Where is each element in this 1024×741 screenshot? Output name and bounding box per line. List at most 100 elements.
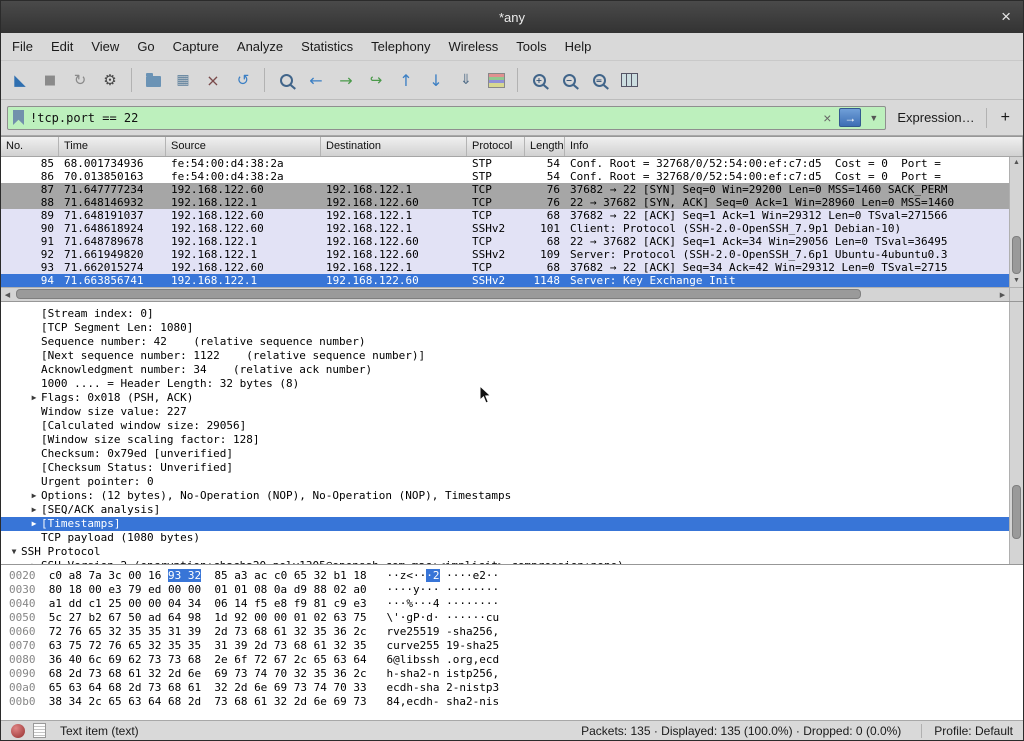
expander-right-icon[interactable]: ▶ bbox=[27, 559, 41, 564]
details-scroll-thumb[interactable] bbox=[1012, 485, 1021, 539]
detail-line[interactable]: [TCP Segment Len: 1080] bbox=[1, 321, 1009, 335]
reload-button[interactable]: ↺ bbox=[228, 65, 258, 95]
detail-line[interactable]: ▶[Timestamps] bbox=[1, 517, 1009, 531]
hscroll-thumb[interactable] bbox=[16, 289, 861, 299]
go-bottom-button[interactable]: ↓ bbox=[421, 65, 451, 95]
packet-row[interactable]: 9471.663856741192.168.122.1192.168.122.6… bbox=[1, 274, 1009, 287]
detail-line[interactable]: [Stream index: 0] bbox=[1, 307, 1009, 321]
detail-line[interactable]: ▶SSH Version 2 (encryption:chacha20-poly… bbox=[1, 559, 1009, 564]
hex-row[interactable]: 0090 68 2d 73 68 61 32 2d 6e 69 73 74 70… bbox=[9, 667, 1023, 681]
column-header-info[interactable]: Info bbox=[565, 137, 1023, 156]
menu-item-capture[interactable]: Capture bbox=[164, 35, 228, 58]
scroll-left-icon[interactable]: ◀ bbox=[1, 291, 14, 299]
status-profile[interactable]: Profile: Default bbox=[921, 724, 1013, 738]
column-header-destination[interactable]: Destination bbox=[321, 137, 467, 156]
menu-item-tools[interactable]: Tools bbox=[507, 35, 555, 58]
find-packet-button[interactable] bbox=[271, 65, 301, 95]
packet-row[interactable]: 8971.648191037192.168.122.60192.168.122.… bbox=[1, 209, 1009, 222]
stop-capture-button[interactable]: ■ bbox=[35, 65, 65, 95]
titlebar[interactable]: *any × bbox=[1, 1, 1023, 33]
menu-item-edit[interactable]: Edit bbox=[42, 35, 82, 58]
clear-filter-icon[interactable]: × bbox=[821, 110, 833, 126]
menu-item-go[interactable]: Go bbox=[128, 35, 163, 58]
scroll-up-icon[interactable]: ▲ bbox=[1010, 157, 1023, 169]
expander-right-icon[interactable]: ▶ bbox=[27, 517, 41, 531]
restart-capture-button[interactable]: ↻ bbox=[65, 65, 95, 95]
start-capture-button[interactable]: ◣ bbox=[5, 65, 35, 95]
autoscroll-button[interactable]: ⇓ bbox=[451, 65, 481, 95]
packet-row[interactable]: 8871.648146932192.168.122.1192.168.122.6… bbox=[1, 196, 1009, 209]
filter-history-dropdown-icon[interactable]: ▼ bbox=[867, 113, 880, 123]
packet-list-hscrollbar[interactable]: ◀ ▶ bbox=[1, 287, 1009, 301]
hex-row[interactable]: 0030 80 18 00 e3 79 ed 00 00 01 01 08 0a… bbox=[9, 583, 1023, 597]
detail-line[interactable]: Checksum: 0x79ed [unverified] bbox=[1, 447, 1009, 461]
expert-info-icon[interactable] bbox=[11, 724, 25, 738]
hex-row[interactable]: 0060 72 76 65 32 35 35 31 39 2d 73 68 61… bbox=[9, 625, 1023, 639]
filter-text[interactable]: !tcp.port == 22 bbox=[30, 111, 815, 125]
apply-filter-button[interactable]: → bbox=[839, 108, 861, 127]
zoom-in-button[interactable]: + bbox=[524, 65, 554, 95]
column-header-length[interactable]: Length bbox=[525, 137, 565, 156]
hex-row[interactable]: 00a0 65 63 64 68 2d 73 68 61 32 2d 6e 69… bbox=[9, 681, 1023, 695]
zoom-reset-button[interactable]: = bbox=[584, 65, 614, 95]
resize-columns-button[interactable] bbox=[614, 65, 644, 95]
detail-line[interactable]: Urgent pointer: 0 bbox=[1, 475, 1009, 489]
detail-line[interactable]: ▶[SEQ/ACK analysis] bbox=[1, 503, 1009, 517]
expander-right-icon[interactable]: ▶ bbox=[27, 391, 41, 405]
go-back-button[interactable]: ← bbox=[301, 65, 331, 95]
packet-list-scroll-thumb[interactable] bbox=[1012, 236, 1021, 274]
packet-row[interactable]: 8568.001734936fe:54:00:d4:38:2aSTP54Conf… bbox=[1, 157, 1009, 170]
go-top-button[interactable]: ↑ bbox=[391, 65, 421, 95]
detail-line[interactable]: [Calculated window size: 29056] bbox=[1, 419, 1009, 433]
expression-button[interactable]: Expression… bbox=[893, 110, 978, 125]
scroll-right-icon[interactable]: ▶ bbox=[996, 291, 1009, 299]
hex-row[interactable]: 0050 5c 27 b2 67 50 ad 64 98 1d 92 00 00… bbox=[9, 611, 1023, 625]
go-forward-button[interactable]: → bbox=[331, 65, 361, 95]
close-file-button[interactable]: × bbox=[198, 65, 228, 95]
menu-item-help[interactable]: Help bbox=[556, 35, 601, 58]
packet-row[interactable]: 9071.648618924192.168.122.60192.168.122.… bbox=[1, 222, 1009, 235]
hex-row[interactable]: 0080 36 40 6c 69 62 73 73 68 2e 6f 72 67… bbox=[9, 653, 1023, 667]
window-close-button[interactable]: × bbox=[1001, 1, 1011, 33]
bookmark-icon[interactable] bbox=[13, 110, 24, 125]
menu-item-analyze[interactable]: Analyze bbox=[228, 35, 292, 58]
goto-packet-button[interactable]: ↪ bbox=[361, 65, 391, 95]
zoom-out-button[interactable]: − bbox=[554, 65, 584, 95]
menu-item-telephony[interactable]: Telephony bbox=[362, 35, 439, 58]
colorize-button[interactable] bbox=[481, 65, 511, 95]
column-header-no[interactable]: No. bbox=[1, 137, 59, 156]
detail-line[interactable]: ▶Options: (12 bytes), No-Operation (NOP)… bbox=[1, 489, 1009, 503]
column-header-time[interactable]: Time bbox=[59, 137, 166, 156]
menu-item-file[interactable]: File bbox=[3, 35, 42, 58]
column-header-source[interactable]: Source bbox=[166, 137, 321, 156]
hex-row[interactable]: 0070 63 75 72 76 65 32 35 35 31 39 2d 73… bbox=[9, 639, 1023, 653]
details-vscrollbar[interactable] bbox=[1009, 302, 1023, 564]
add-filter-button[interactable]: + bbox=[994, 109, 1017, 127]
expander-right-icon[interactable]: ▶ bbox=[27, 503, 41, 517]
scroll-down-icon[interactable]: ▼ bbox=[1010, 275, 1023, 287]
detail-line[interactable]: Window size value: 227 bbox=[1, 405, 1009, 419]
packet-row[interactable]: 9271.661949820192.168.122.1192.168.122.6… bbox=[1, 248, 1009, 261]
detail-line[interactable]: ▶Flags: 0x018 (PSH, ACK) bbox=[1, 391, 1009, 405]
hex-row[interactable]: 0040 a1 dd c1 25 00 00 04 34 06 14 f5 e8… bbox=[9, 597, 1023, 611]
capture-options-button[interactable]: ⚙ bbox=[95, 65, 125, 95]
detail-line[interactable]: [Window size scaling factor: 128] bbox=[1, 433, 1009, 447]
column-header-protocol[interactable]: Protocol bbox=[467, 137, 525, 156]
detail-line[interactable]: ▼SSH Protocol bbox=[1, 545, 1009, 559]
detail-line[interactable]: 1000 .... = Header Length: 32 bytes (8) bbox=[1, 377, 1009, 391]
packet-row[interactable]: 8670.013850163fe:54:00:d4:38:2aSTP54Conf… bbox=[1, 170, 1009, 183]
display-filter-input[interactable]: !tcp.port == 22 × → ▼ bbox=[7, 106, 886, 130]
hscroll-track[interactable] bbox=[14, 288, 996, 301]
detail-line[interactable]: Sequence number: 42 (relative sequence n… bbox=[1, 335, 1009, 349]
hex-row[interactable]: 0020 c0 a8 7a 3c 00 16 93 32 85 a3 ac c0… bbox=[9, 569, 1023, 583]
menu-item-view[interactable]: View bbox=[82, 35, 128, 58]
detail-line[interactable]: [Next sequence number: 1122 (relative se… bbox=[1, 349, 1009, 363]
packet-row[interactable]: 9171.648789678192.168.122.1192.168.122.6… bbox=[1, 235, 1009, 248]
save-file-button[interactable]: ▦ bbox=[168, 65, 198, 95]
capture-comment-icon[interactable] bbox=[33, 723, 46, 738]
hex-row[interactable]: 00b0 38 34 2c 65 63 64 68 2d 73 68 61 32… bbox=[9, 695, 1023, 709]
detail-line[interactable]: [Checksum Status: Unverified] bbox=[1, 461, 1009, 475]
packet-row[interactable]: 9371.662015274192.168.122.60192.168.122.… bbox=[1, 261, 1009, 274]
expander-right-icon[interactable]: ▶ bbox=[27, 489, 41, 503]
packet-list-vscrollbar[interactable]: ▲ ▼ bbox=[1009, 157, 1023, 287]
